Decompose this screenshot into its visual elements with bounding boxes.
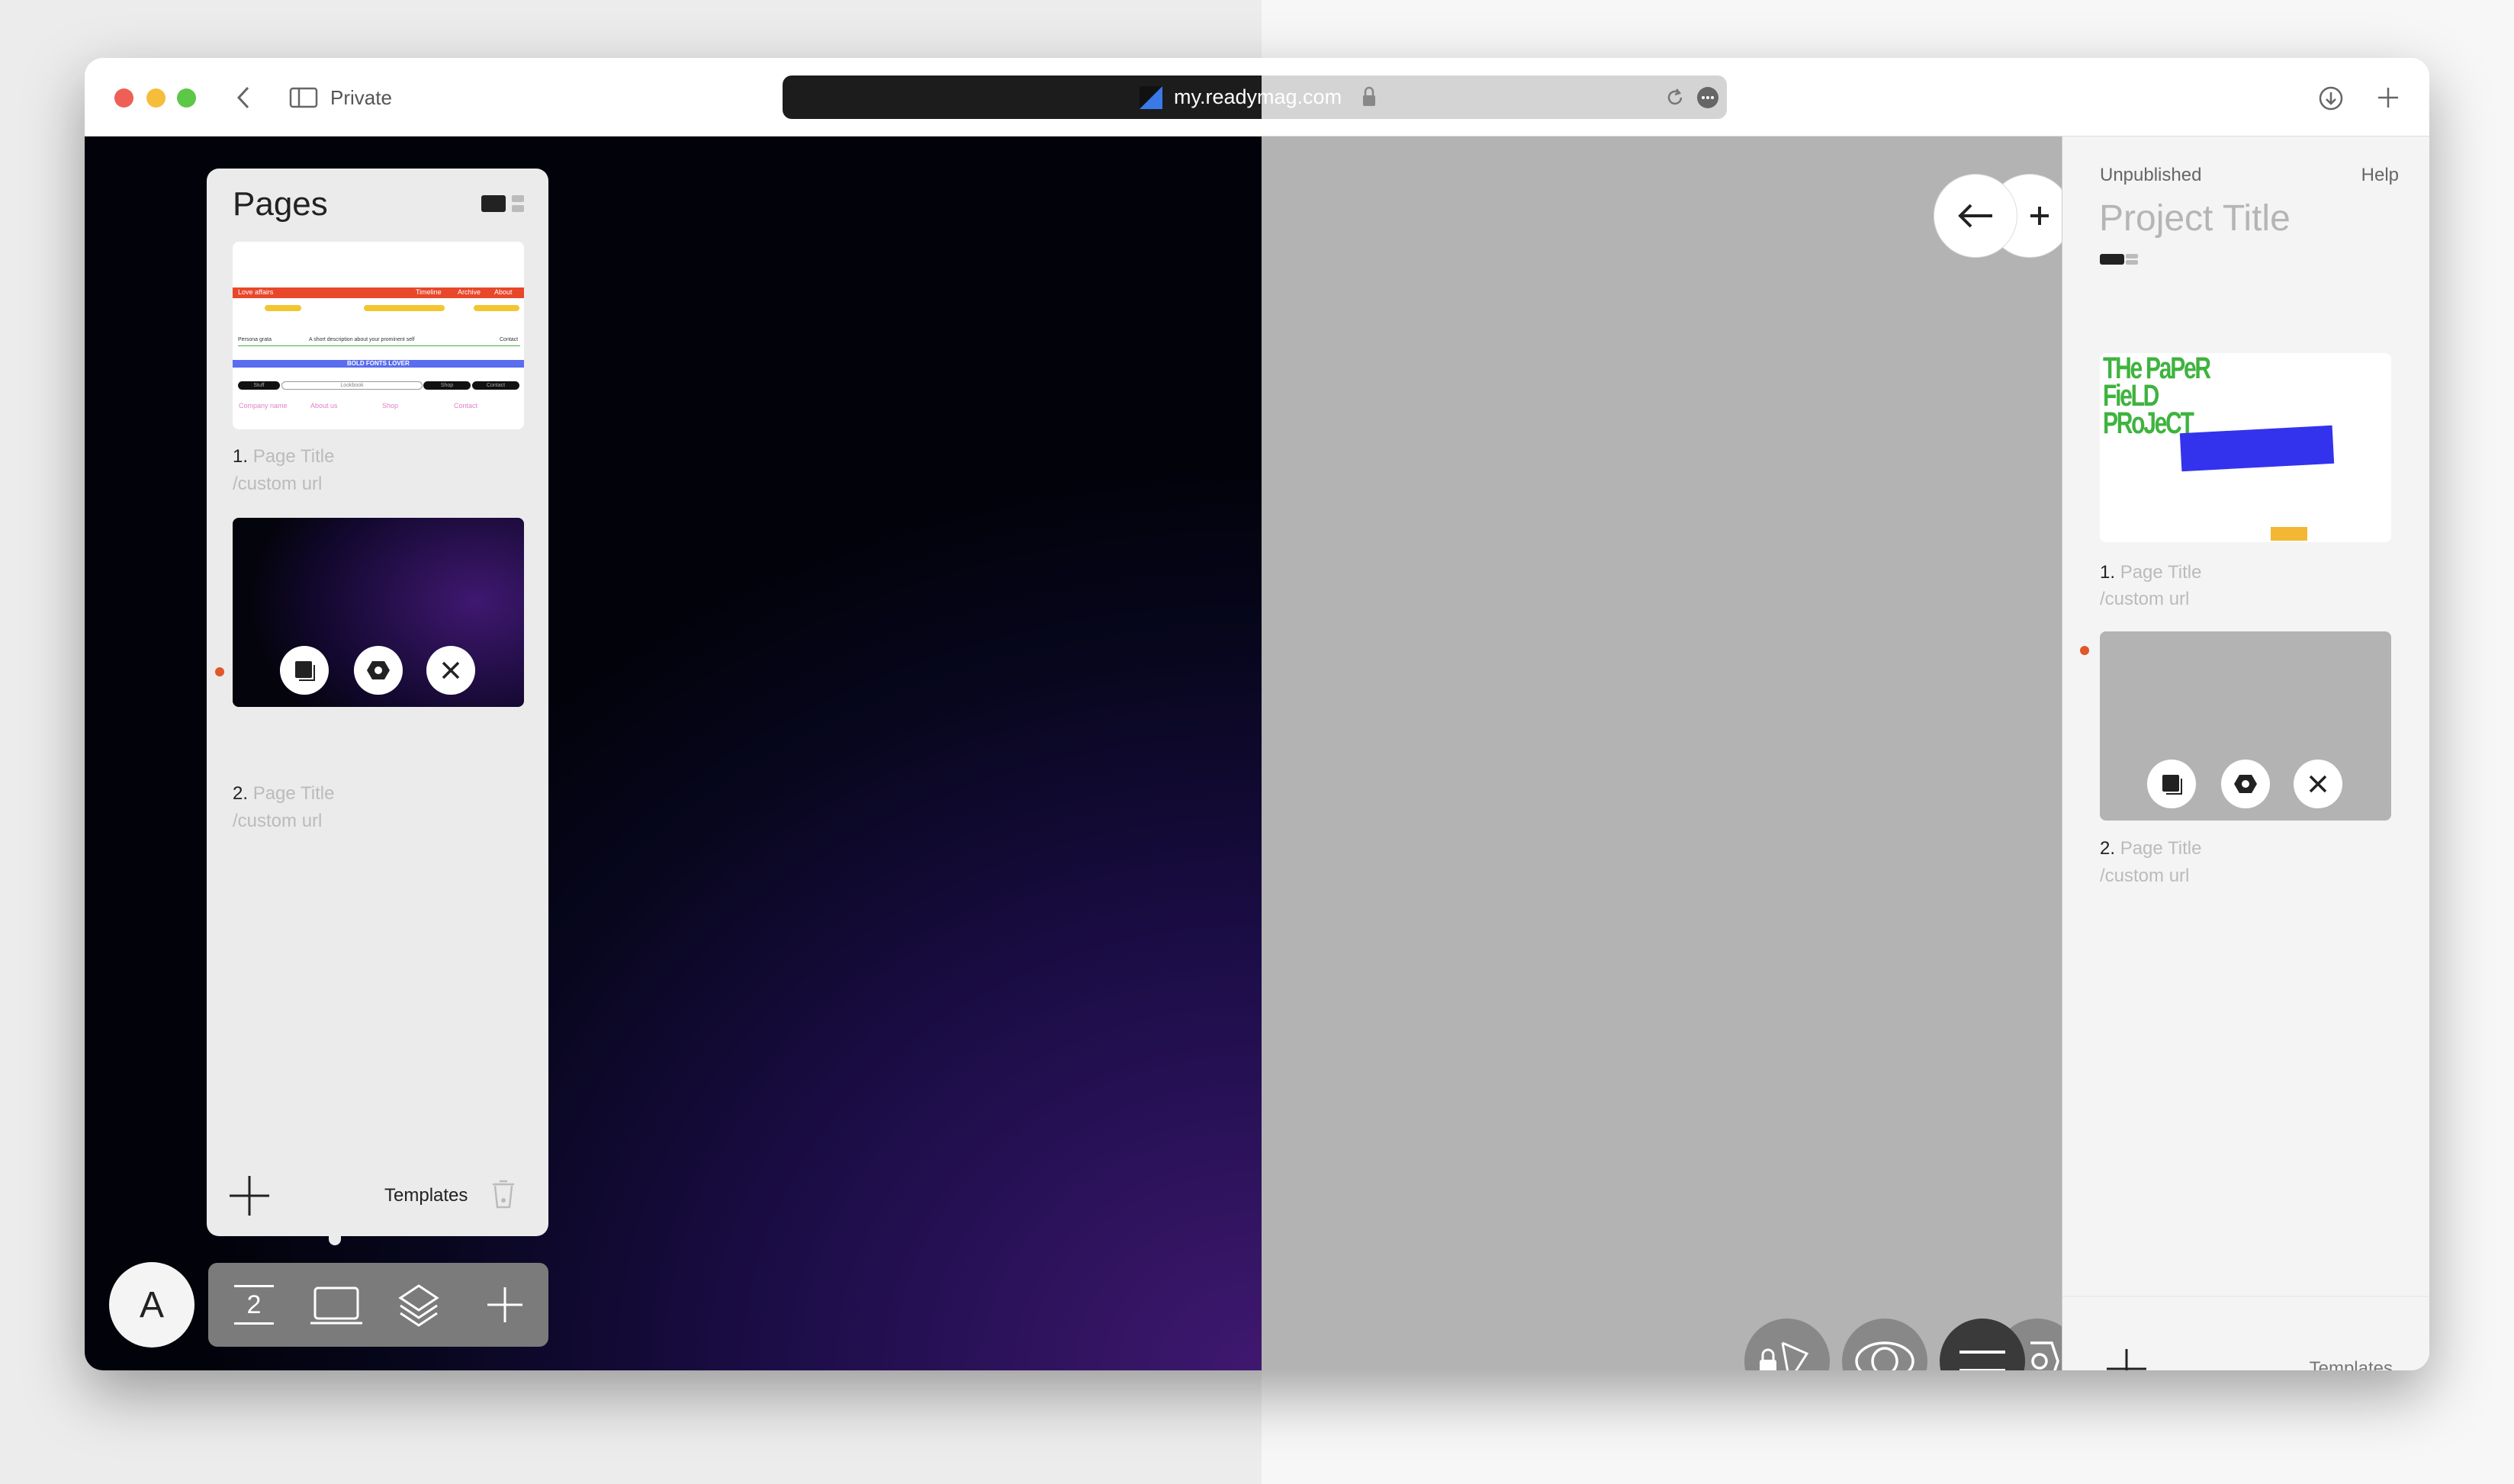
thumb-yellow-pill: [474, 305, 519, 311]
page-1-url: /custom url: [2100, 589, 2190, 609]
current-page-indicator: [215, 667, 224, 676]
page-thumbnail-2[interactable]: [233, 518, 524, 707]
page-2-url: /custom url: [2100, 866, 2190, 886]
url-text: my.readymag.com: [1174, 85, 1342, 108]
avatar-button[interactable]: A: [109, 1262, 194, 1347]
layers-icon[interactable]: [397, 1283, 440, 1328]
thumb-text: Contact: [454, 402, 478, 410]
trash-icon[interactable]: [490, 1178, 516, 1210]
page-thumbnail-1[interactable]: Love affairs Timeline Archive About Pers…: [233, 242, 524, 429]
thumb-headline: THe PaPeR FieLD PRoJeCT: [2103, 353, 2211, 440]
thumb-yellow-pill: [364, 305, 445, 311]
back-button[interactable]: [1934, 174, 2017, 258]
arrow-left-icon: [1958, 204, 1992, 228]
page-1-url: /custom url: [233, 474, 323, 494]
minimize-window-button[interactable]: [146, 88, 166, 108]
thumb-text: Contact: [500, 337, 519, 342]
project-title[interactable]: Project Title: [2099, 198, 2291, 239]
page-thumbnail-1[interactable]: THe PaPeR FieLD PRoJeCT: [2100, 353, 2391, 542]
thumb-pill: Stuff: [238, 381, 280, 390]
plus-icon: [2030, 207, 2049, 225]
view-list-toggle-icon: [512, 205, 524, 212]
add-page-plus-icon[interactable]: [2105, 1347, 2148, 1370]
thumb-yellow-note: [2271, 527, 2307, 541]
templates-button[interactable]: Templates: [384, 1185, 468, 1206]
thumb-text: A short description about your prominent…: [309, 337, 415, 342]
more-icon[interactable]: [1696, 86, 1719, 109]
download-icon[interactable]: [2318, 85, 2344, 111]
publish-status[interactable]: Unpublished: [2100, 165, 2201, 186]
duplicate-page-button[interactable]: [280, 646, 329, 695]
viewport-laptop-icon[interactable]: [309, 1286, 364, 1325]
add-widget-plus-icon[interactable]: [486, 1286, 524, 1324]
page-2-label[interactable]: 2. Page Title: [2100, 838, 2201, 859]
thumb-pill: Lookbook: [281, 381, 423, 390]
page-thumbnail-2[interactable]: [2100, 631, 2391, 821]
lock-icon: [1363, 86, 1375, 106]
thumb-yellow-pill: [265, 305, 301, 311]
thumb-text: Company name: [239, 402, 288, 410]
close-window-button[interactable]: [114, 88, 133, 108]
thumb-text: BOLD FONTS LOVER: [347, 360, 410, 367]
add-page-plus-icon[interactable]: [228, 1174, 271, 1217]
eye-icon: [1855, 1341, 1914, 1370]
page-2-url: /custom url: [233, 811, 323, 831]
private-label: Private: [330, 86, 392, 109]
thumb-text: Timeline: [416, 288, 442, 296]
divider: [2062, 1296, 2429, 1297]
menu-lines-icon: [1959, 1351, 2005, 1370]
current-page-indicator: [2080, 646, 2089, 655]
close-icon: [442, 661, 460, 679]
browser-window: Private my.readymag.com Pages Love affai…: [85, 58, 2429, 1370]
maximize-window-button[interactable]: [177, 88, 196, 108]
bottom-toolbar: 2: [208, 1263, 548, 1347]
pages-panel: Pages Love affairs Timeline Archive Abou…: [207, 169, 548, 1245]
page-settings-button[interactable]: [354, 646, 403, 695]
reload-icon[interactable]: [1664, 87, 1686, 108]
delete-page-button[interactable]: [426, 646, 475, 695]
thumb-pill: Contact: [472, 381, 519, 390]
page-1-label[interactable]: 1. Page Title: [233, 446, 334, 467]
thumb-pill: Shop: [423, 381, 471, 390]
view-list-toggle-icon: [2126, 260, 2138, 265]
page-number-icon[interactable]: 2: [234, 1285, 274, 1325]
help-link[interactable]: Help: [2361, 165, 2399, 186]
back-chevron-icon[interactable]: [234, 85, 252, 110]
thumb-divider: [238, 345, 520, 346]
lock-cursor-icon: [1760, 1341, 1809, 1370]
settings-hex-icon: [367, 661, 390, 679]
close-icon: [2309, 775, 2327, 793]
view-large-toggle-icon[interactable]: [481, 195, 506, 212]
templates-button[interactable]: Templates: [2310, 1358, 2393, 1370]
settings-hex-icon: [2234, 775, 2257, 793]
duplicate-icon: [295, 661, 315, 681]
duplicate-page-button[interactable]: [2147, 760, 2196, 808]
project-panel: Unpublished Help Project Title THe PaPeR…: [2062, 137, 2429, 1370]
page-settings-button[interactable]: [2221, 760, 2270, 808]
address-bar[interactable]: my.readymag.com: [783, 75, 1727, 119]
thumb-text: Persona grata: [238, 337, 272, 342]
page-1-label[interactable]: 1. Page Title: [2100, 562, 2201, 583]
view-large-toggle-icon[interactable]: [2100, 254, 2124, 265]
view-list-toggle-icon[interactable]: [512, 195, 524, 202]
thumb-text: About: [494, 288, 513, 296]
thumb-text: Archive: [458, 288, 481, 296]
thumb-blue-block: [2179, 425, 2335, 472]
view-list-toggle-icon[interactable]: [2126, 254, 2138, 259]
sidebar-icon[interactable]: [289, 87, 318, 108]
editor-canvas-gray[interactable]: [1262, 137, 2062, 1370]
duplicate-icon: [2162, 775, 2182, 795]
site-favicon-icon: [1140, 86, 1162, 109]
new-tab-plus-icon[interactable]: [2376, 85, 2400, 110]
browser-toolbar: Private my.readymag.com: [85, 58, 2429, 137]
page-2-label[interactable]: 2. Page Title: [233, 783, 334, 805]
thumb-text: Love affairs: [238, 288, 274, 296]
thumb-text: Shop: [382, 402, 399, 410]
delete-page-button[interactable]: [2294, 760, 2342, 808]
pages-title: Pages: [233, 185, 328, 223]
thumb-text: About us: [310, 402, 338, 410]
